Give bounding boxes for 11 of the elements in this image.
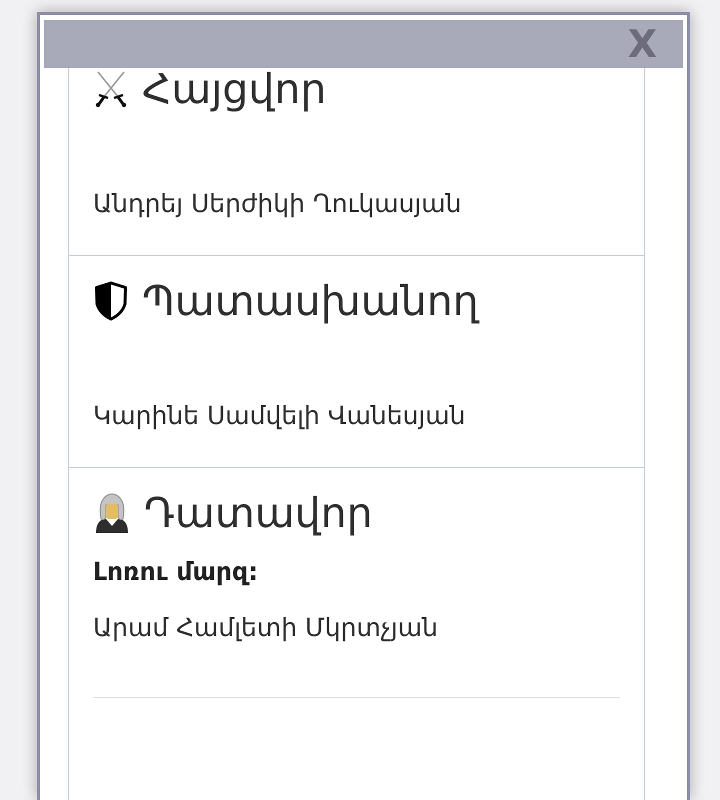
judge-icon (93, 493, 131, 533)
close-button[interactable]: X (626, 25, 658, 63)
party-name: Արամ Համլետի Մկրտչյան (93, 612, 439, 644)
party-role-heading: Պատասխանող (142, 276, 479, 326)
party-name: Անդրեյ Սերժիկի Ղուկասյան (93, 188, 462, 220)
shield-icon (93, 281, 129, 321)
crossed-swords-icon (93, 70, 129, 108)
region-label: Լոռու մարզ: (93, 557, 258, 586)
party-role-heading: Դատավոր (144, 488, 373, 538)
party-name: Կարինե Սամվելի Վանեսյան (93, 400, 466, 432)
party-role-heading: Հայցվոր (142, 68, 326, 114)
